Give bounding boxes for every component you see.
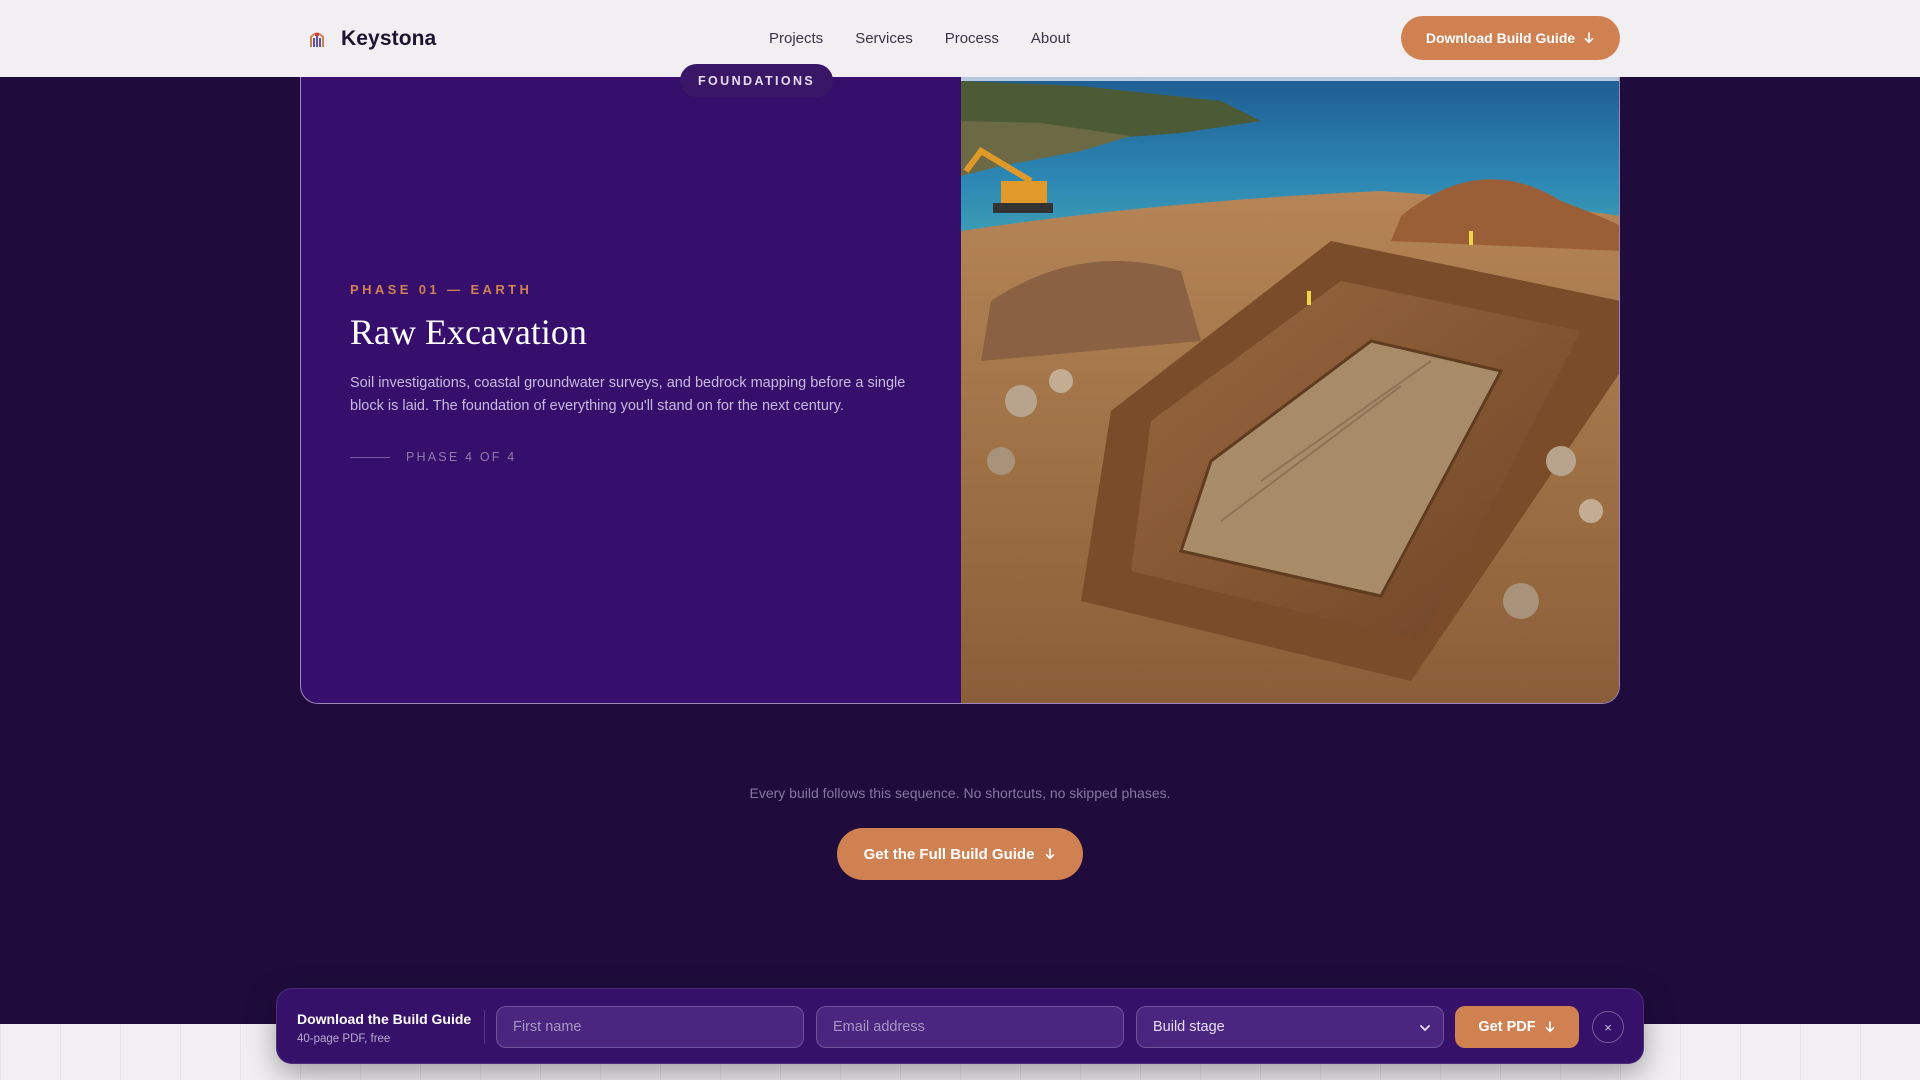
site-header: Keystona Projects Services Process About… xyxy=(0,0,1920,77)
close-lead-bar-button[interactable]: × xyxy=(1592,1011,1624,1043)
lead-subtitle: 40-page PDF, free xyxy=(297,1033,391,1045)
counter-divider xyxy=(350,456,390,458)
nav-link-projects[interactable]: Projects xyxy=(769,30,823,47)
get-pdf-button[interactable]: Get PDF xyxy=(1455,1006,1579,1048)
lead-heading: Download the Build Guide 40-page PDF, fr… xyxy=(297,1011,471,1045)
foundations-badge: FOUNDATIONS xyxy=(680,64,834,97)
phase-description: Soil investigations, coastal groundwater… xyxy=(350,375,906,414)
build-stage-selected: Build stage xyxy=(1153,1019,1225,1035)
phase-text-panel: PHASE 01 — EARTH Raw Excavation Soil inv… xyxy=(301,41,961,703)
build-stage-select[interactable]: Build stage xyxy=(1136,1006,1444,1048)
phase-eyebrow: PHASE 01 — EARTH xyxy=(350,282,533,297)
first-name-input[interactable] xyxy=(496,1006,804,1048)
excavation-site-image xyxy=(961,41,1619,703)
download-build-guide-button[interactable]: Download Build Guide xyxy=(1401,16,1620,60)
arrow-down-icon xyxy=(1584,32,1594,44)
phase-counter-text: PHASE 4 OF 4 xyxy=(406,450,517,464)
get-full-build-guide-button[interactable]: Get the Full Build Guide xyxy=(837,828,1083,880)
nav-link-about[interactable]: About xyxy=(1031,30,1070,47)
chevron-down-icon xyxy=(1420,1025,1430,1032)
nav-link-process[interactable]: Process xyxy=(945,30,999,47)
phase-card: PHASE 01 — EARTH Raw Excavation Soil inv… xyxy=(300,40,1620,704)
nav-link-services[interactable]: Services xyxy=(855,30,913,47)
email-input[interactable] xyxy=(816,1006,1124,1048)
lead-divider xyxy=(484,1010,485,1044)
excavation-photo xyxy=(961,41,1619,703)
sequence-note: Every build follows this sequence. No sh… xyxy=(749,785,1171,801)
phase-counter: PHASE 4 OF 4 xyxy=(350,450,516,464)
get-pdf-label: Get PDF xyxy=(1478,1019,1536,1035)
download-build-guide-label: Download Build Guide xyxy=(1425,30,1576,46)
lead-capture-bar: Download the Build Guide 40-page PDF, fr… xyxy=(276,988,1644,1064)
close-icon: × xyxy=(1604,1019,1612,1035)
lead-title: Download the Build Guide xyxy=(297,1011,472,1027)
arrow-down-icon xyxy=(1545,1021,1554,1033)
brand-link[interactable]: Keystona xyxy=(307,0,436,77)
keystone-logo-icon xyxy=(310,32,324,47)
arrow-down-icon xyxy=(1046,848,1055,860)
brand-name: Keystona xyxy=(341,26,437,50)
get-full-build-guide-label: Get the Full Build Guide xyxy=(863,845,1035,863)
phase-title: Raw Excavation xyxy=(350,312,587,352)
